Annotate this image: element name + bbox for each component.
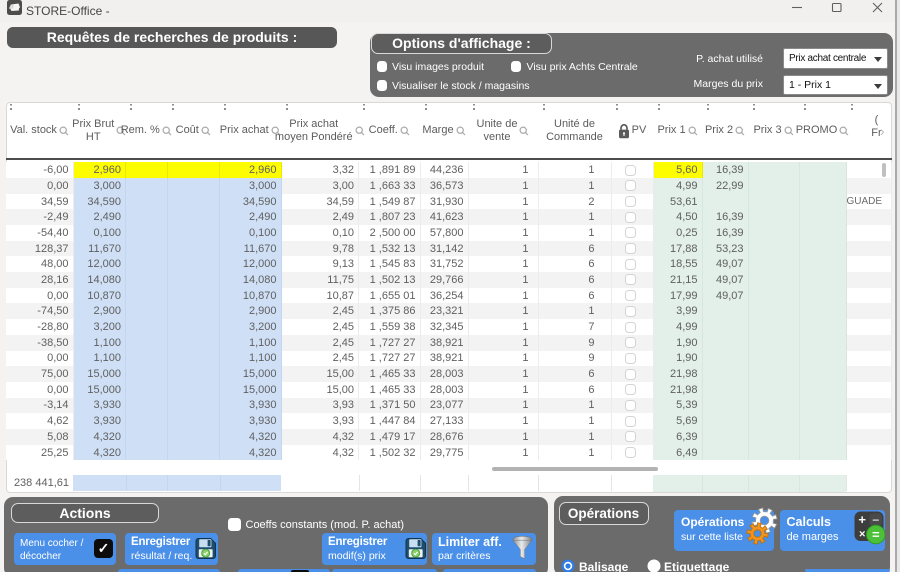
svg-text:×: ×	[859, 528, 865, 540]
svg-text:=: =	[872, 527, 880, 542]
svg-text:+: +	[858, 512, 866, 527]
